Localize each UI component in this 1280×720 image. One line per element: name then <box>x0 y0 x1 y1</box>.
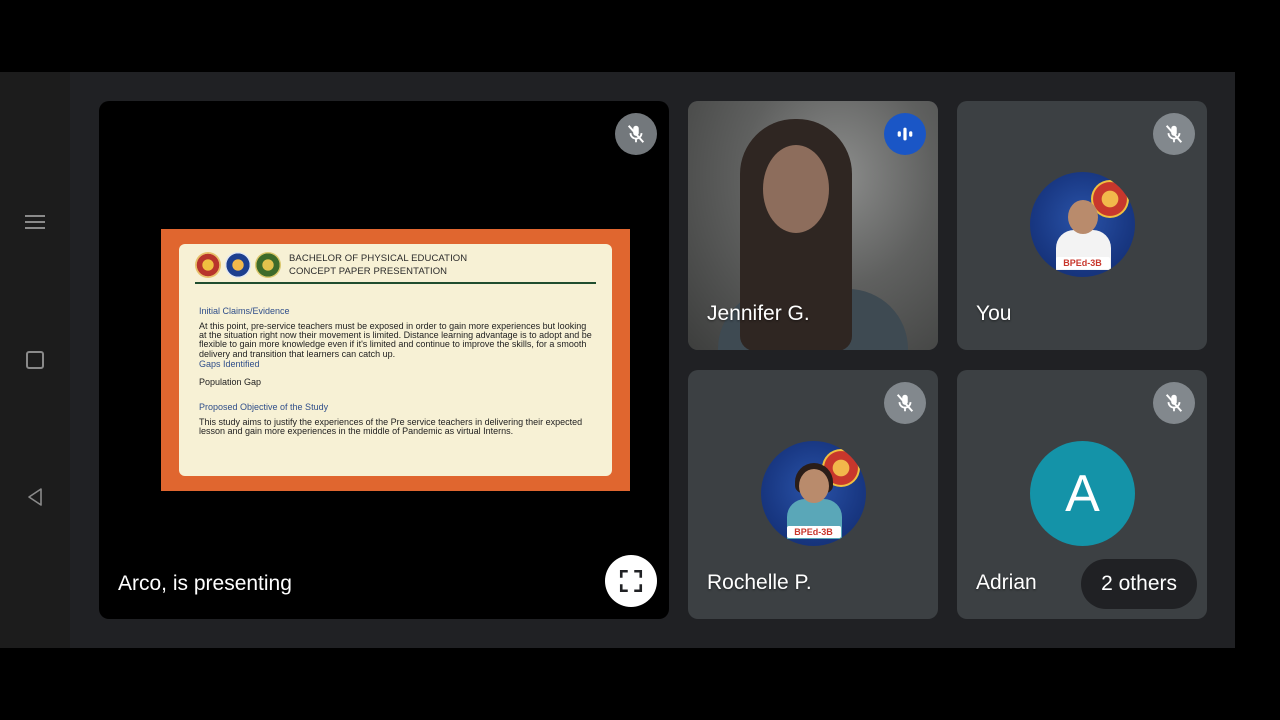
mic-off-icon <box>1153 382 1195 424</box>
others-button[interactable]: 2 others <box>1081 559 1197 609</box>
presenter-label: Arco, is presenting <box>118 572 292 595</box>
participant-name: You <box>976 302 1012 325</box>
speaking-indicator-icon <box>884 113 926 155</box>
fullscreen-icon <box>619 569 643 593</box>
slide-title: BACHELOR OF PHYSICAL EDUCATION CONCEPT P… <box>289 253 468 277</box>
meeting-stage: BACHELOR OF PHYSICAL EDUCATION CONCEPT P… <box>70 72 1235 648</box>
back-icon[interactable] <box>20 482 50 512</box>
shared-slide: BACHELOR OF PHYSICAL EDUCATION CONCEPT P… <box>161 229 630 491</box>
participant-name: Jennifer G. <box>707 302 810 325</box>
section-title: Initial Claims/Evidence <box>199 306 290 316</box>
participant-name: Rochelle P. <box>707 571 812 594</box>
avatar-initial: A <box>1030 441 1135 546</box>
mic-off-icon <box>615 113 657 155</box>
participant-name: Adrian <box>976 571 1037 594</box>
system-navigation-bar <box>0 72 70 648</box>
section-title: Gaps Identified <box>199 358 260 369</box>
department-seal-logo <box>255 252 281 278</box>
participant-tile[interactable]: BPEd-3B Rochelle P. <box>688 370 938 619</box>
school-seal-logo <box>195 252 221 278</box>
participant-tile[interactable]: BPEd-3B You <box>957 101 1207 350</box>
slide-content: BACHELOR OF PHYSICAL EDUCATION CONCEPT P… <box>179 244 612 476</box>
section-text: At this point, pre-service teachers must… <box>199 321 592 359</box>
college-seal-logo <box>225 252 251 278</box>
participant-tile[interactable]: A Adrian 2 others <box>957 370 1207 619</box>
slide-header: BACHELOR OF PHYSICAL EDUCATION CONCEPT P… <box>195 252 596 284</box>
home-icon[interactable] <box>20 345 50 375</box>
avatar: BPEd-3B <box>1030 172 1135 277</box>
presentation-tile[interactable]: BACHELOR OF PHYSICAL EDUCATION CONCEPT P… <box>99 101 669 619</box>
section-text: Population Gap <box>199 376 262 387</box>
fullscreen-button[interactable] <box>605 555 657 607</box>
section-text: This study aims to justify the experienc… <box>199 417 583 437</box>
participant-tile[interactable]: Jennifer G. <box>688 101 938 350</box>
mic-off-icon <box>1153 113 1195 155</box>
section-title: Proposed Objective of the Study <box>199 402 329 413</box>
menu-icon[interactable] <box>20 207 50 237</box>
avatar: BPEd-3B <box>761 441 866 546</box>
mic-off-icon <box>884 382 926 424</box>
